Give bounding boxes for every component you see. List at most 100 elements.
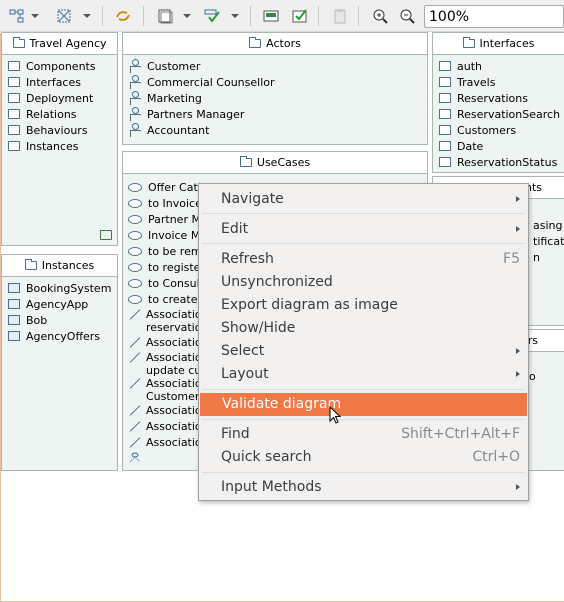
submenu-arrow-icon [516,196,520,202]
menu-item-layout[interactable]: Layout [199,363,528,386]
diagram-link-icon[interactable] [100,230,112,240]
menu-item-find[interactable]: Find Shift+Ctrl+Alt+F [199,423,528,446]
menu-item-validate-diagram[interactable]: Validate diagram [200,393,527,416]
usecase-icon [128,295,142,304]
folder-icon [8,125,20,135]
package-item[interactable]: Behaviours [8,123,113,139]
interface-item[interactable]: ReservationSearch [439,107,560,123]
toolbar-separator [250,6,251,26]
actor-item[interactable]: Customer [129,59,423,75]
association-icon [128,421,140,431]
clipboard-icon[interactable] [331,7,349,25]
usecase-icon [128,183,142,192]
actor-item[interactable]: Partners Manager [129,107,423,123]
interface-icon [439,109,451,119]
package-item[interactable]: Instances [8,139,113,155]
actor-icon [129,107,141,121]
actor-item[interactable]: Commercial Counsellor [129,75,423,91]
folder-icon [239,156,252,167]
validate-icon[interactable] [291,7,309,25]
menu-separator [202,472,525,473]
layout-dropdown-arrow[interactable] [31,14,39,18]
folder-icon [8,93,20,103]
instance-icon [8,283,20,293]
menu-item-unsynchronized[interactable]: Unsynchronized [199,271,528,294]
filter-icon[interactable] [55,7,73,25]
folder-icon [12,37,25,48]
menu-item-navigate[interactable]: Navigate [199,188,528,211]
interface-icon [439,157,451,167]
package-item[interactable]: Interfaces [8,75,113,91]
covered-text: n [533,251,540,264]
interface-icon [439,77,451,87]
interface-item[interactable]: Reservations [439,91,560,107]
zoom-in-icon[interactable] [371,7,389,25]
instances-package[interactable]: Instances BookingSystem AgencyApp Bob Ag… [1,254,118,471]
interface-item[interactable]: Travels [439,75,560,91]
folder-icon [8,77,20,87]
actor-item[interactable]: Marketing [129,91,423,107]
menu-item-edit[interactable]: Edit [199,218,528,241]
instance-icon [8,315,20,325]
submenu-arrow-icon [516,348,520,354]
menu-item-input-methods[interactable]: Input Methods [199,476,528,499]
sync-icon[interactable] [114,7,132,25]
association-icon [128,352,140,362]
layout-icon[interactable] [8,7,26,25]
folder-icon [249,37,262,48]
instance-item[interactable]: AgencyOffers [8,329,113,345]
instance-icon [8,299,20,309]
package-title: Actors [123,33,427,55]
menu-item-show-hide[interactable]: Show/Hide [199,317,528,340]
usecase-icon [128,263,142,272]
actor-item[interactable]: Accountant [129,123,423,139]
association-icon [128,437,140,447]
frame-icon[interactable] [156,7,174,25]
actors-package[interactable]: Actors Customer Commercial Counsellor Ma… [122,32,428,145]
package-title: UseCases [123,152,427,174]
select-icon[interactable] [203,7,221,25]
menu-item-export-image[interactable]: Export diagram as image [199,294,528,317]
usecase-diagram-icon[interactable] [128,451,142,463]
instance-item[interactable]: AgencyApp [8,297,113,313]
interface-item[interactable]: ReservationStatus [439,155,560,171]
interface-icon [439,93,451,103]
submenu-arrow-icon [516,484,520,490]
travel-agency-package[interactable]: Travel Agency Components Interfaces Depl… [1,32,118,246]
instance-item[interactable]: Bob [8,313,113,329]
association-icon [128,309,140,319]
submenu-arrow-icon [516,371,520,377]
context-menu: Navigate Edit Refresh F5 Unsynchronized E… [198,183,529,501]
select-dropdown-arrow[interactable] [231,14,239,18]
interface-icon [439,125,451,135]
menu-separator [202,213,525,214]
image-icon[interactable] [262,7,280,25]
toolbar-separator [358,6,359,26]
usecase-icon [128,231,142,240]
filter-dropdown-arrow[interactable] [83,14,91,18]
interface-icon [439,61,451,71]
interface-icon [439,141,451,151]
covered-text: asing [533,219,563,232]
actor-icon [129,91,141,105]
package-item[interactable]: Components [8,59,113,75]
menu-item-refresh[interactable]: Refresh F5 [199,248,528,271]
zoom-level-input[interactable] [424,5,564,28]
package-item[interactable]: Deployment [8,91,113,107]
package-title: Travel Agency [2,33,117,55]
actor-icon [129,123,141,137]
interface-item[interactable]: Customers [439,123,560,139]
usecase-icon [128,199,142,208]
interface-item[interactable]: Date [439,139,560,155]
usecase-icon [128,215,142,224]
interfaces-package[interactable]: Interfaces auth Travels Reservations Res… [432,32,564,173]
mouse-pointer-icon [329,405,343,426]
instance-item[interactable]: BookingSystem [8,281,113,297]
zoom-out-icon[interactable] [398,7,416,25]
interface-item[interactable]: auth [439,59,560,75]
menu-item-quick-search[interactable]: Quick search Ctrl+O [199,446,528,469]
package-item[interactable]: Relations [8,107,113,123]
toolbar-separator [143,6,144,26]
frame-dropdown-arrow[interactable] [183,14,191,18]
menu-item-select[interactable]: Select [199,340,528,363]
